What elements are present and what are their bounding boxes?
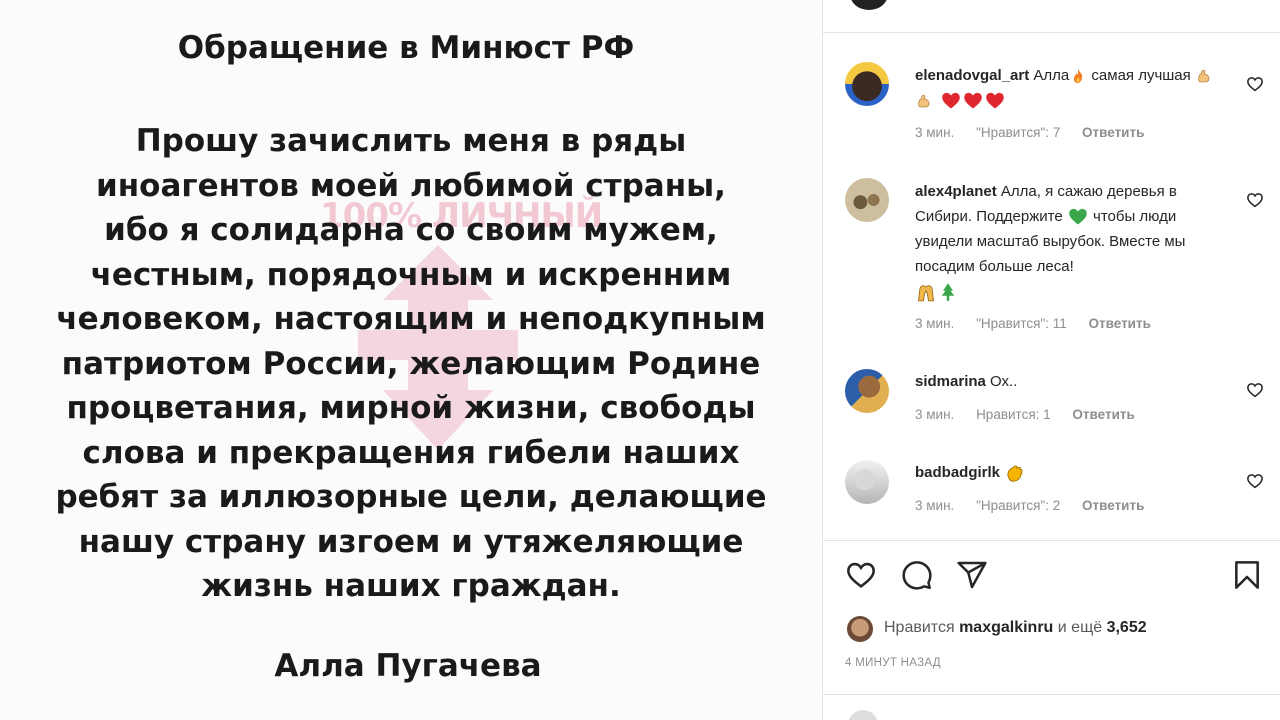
comment-username[interactable]: alex4planet bbox=[915, 183, 997, 200]
comment-body: самая лучшая bbox=[1091, 67, 1191, 84]
comment-username[interactable]: elenadovgal_art bbox=[915, 67, 1029, 84]
flexed-biceps-icon bbox=[918, 94, 930, 108]
avatar[interactable] bbox=[845, 460, 889, 504]
comment-time: 3 мин. bbox=[915, 498, 955, 513]
comments-panel: elenadovgal_art Алла самая лучшая 3 мин.… bbox=[822, 0, 1280, 720]
share-icon[interactable] bbox=[956, 559, 988, 591]
post-line: человеком, настоящим и неподкупным bbox=[56, 301, 766, 337]
post-signature: Алла Пугачева bbox=[274, 648, 542, 684]
avatar[interactable] bbox=[845, 62, 889, 106]
likes-middle: и ещё bbox=[1057, 619, 1103, 636]
comment-time: 3 мин. bbox=[915, 407, 955, 422]
post-line: нашу страну изгоем и утяжеляющие bbox=[78, 523, 744, 560]
post-line: патриотом России, желающим Родине bbox=[61, 345, 761, 382]
red-heart-icon bbox=[942, 92, 960, 109]
author-avatar[interactable] bbox=[850, 0, 888, 10]
comment-text: sidmarina Ох.. bbox=[915, 369, 1225, 394]
tree-icon bbox=[941, 283, 955, 301]
post-line: Прошу зачислить меня в ряды bbox=[135, 123, 687, 159]
bookmark-icon[interactable] bbox=[1231, 559, 1263, 591]
comment-like-icon[interactable] bbox=[1246, 191, 1264, 209]
comment-like-icon[interactable] bbox=[1246, 75, 1264, 93]
avatar bbox=[848, 710, 878, 720]
likes-count[interactable]: 3,652 bbox=[1107, 619, 1147, 636]
post-line: ребят за иллюзорные цели, делающие bbox=[55, 479, 767, 515]
red-heart-icon bbox=[986, 92, 1004, 109]
comment-likes[interactable]: Нравится: 1 bbox=[976, 407, 1051, 422]
comment-icon[interactable] bbox=[901, 559, 933, 591]
comment-likes[interactable]: "Нравится": 2 bbox=[976, 498, 1060, 513]
likes-user[interactable]: maxgalkinru bbox=[959, 619, 1053, 636]
post-image: 100% ЛИЧНЫЙ Обращение в Минюст РФ Прошу … bbox=[0, 0, 822, 720]
avatar[interactable] bbox=[845, 178, 889, 222]
post-line: ибо я солидарна со своим мужем, bbox=[104, 212, 718, 248]
comment-body: Ох.. bbox=[990, 373, 1018, 390]
comment-username[interactable]: sidmarina bbox=[915, 373, 986, 390]
reply-button[interactable]: Ответить bbox=[1082, 498, 1144, 513]
post-timestamp: 4 МИНУТ НАЗАД bbox=[845, 657, 941, 669]
red-heart-icon bbox=[964, 92, 982, 109]
reply-button[interactable]: Ответить bbox=[1072, 407, 1134, 422]
divider bbox=[823, 32, 1280, 33]
post-line: процветания, мирной жизни, свободы bbox=[66, 390, 756, 426]
comment-likes[interactable]: "Нравится": 11 bbox=[976, 316, 1067, 331]
post-line: иноагентов моей любимой страны, bbox=[96, 167, 726, 204]
reply-button[interactable]: Ответить bbox=[1089, 316, 1151, 331]
comment-text: elenadovgal_art Алла самая лучшая bbox=[915, 63, 1225, 113]
post-line: честным, порядочным и искренним bbox=[90, 256, 732, 293]
clapping-hands-icon bbox=[1007, 465, 1023, 482]
comment-body: Алла bbox=[1033, 67, 1070, 84]
comment-text: badbadgirlk bbox=[915, 460, 1225, 485]
comment-like-icon[interactable] bbox=[1246, 472, 1264, 490]
comment-time: 3 мин. bbox=[915, 125, 955, 140]
comment-likes[interactable]: "Нравится": 7 bbox=[976, 125, 1060, 140]
comment-meta: 3 мин. "Нравится": 2 Ответить bbox=[915, 498, 1162, 513]
fire-icon bbox=[1074, 69, 1083, 84]
comment-meta: 3 мин. "Нравится": 7 Ответить bbox=[915, 125, 1162, 140]
likes-prefix: Нравится bbox=[884, 619, 955, 636]
comment-username[interactable]: badbadgirlk bbox=[915, 464, 1000, 481]
likes-text: Нравится maxgalkinru и ещё 3,652 bbox=[884, 619, 1147, 637]
heart-icon[interactable] bbox=[845, 559, 877, 591]
divider bbox=[823, 694, 1280, 695]
post-body: Прошу зачислить меня в ряды иноагентов м… bbox=[0, 119, 822, 609]
flexed-biceps-icon bbox=[1198, 69, 1210, 83]
avatar[interactable] bbox=[845, 369, 889, 413]
comment-time: 3 мин. bbox=[915, 316, 955, 331]
avatar bbox=[847, 616, 873, 642]
comment-like-icon[interactable] bbox=[1246, 381, 1264, 399]
green-heart-icon bbox=[1069, 208, 1087, 225]
post-title: Обращение в Минюст РФ bbox=[177, 30, 635, 66]
hands-icon bbox=[918, 285, 934, 302]
comment-meta: 3 мин. "Нравится": 11 Ответить bbox=[915, 316, 1169, 331]
post-line: жизнь наших граждан. bbox=[201, 568, 621, 604]
reply-button[interactable]: Ответить bbox=[1082, 125, 1144, 140]
post-line: слова и прекращения гибели наших bbox=[82, 434, 740, 471]
comment-meta: 3 мин. Нравится: 1 Ответить bbox=[915, 407, 1153, 422]
divider bbox=[823, 540, 1280, 541]
comment-text: alex4planet Алла, я сажаю деревья в Сиби… bbox=[915, 179, 1225, 304]
